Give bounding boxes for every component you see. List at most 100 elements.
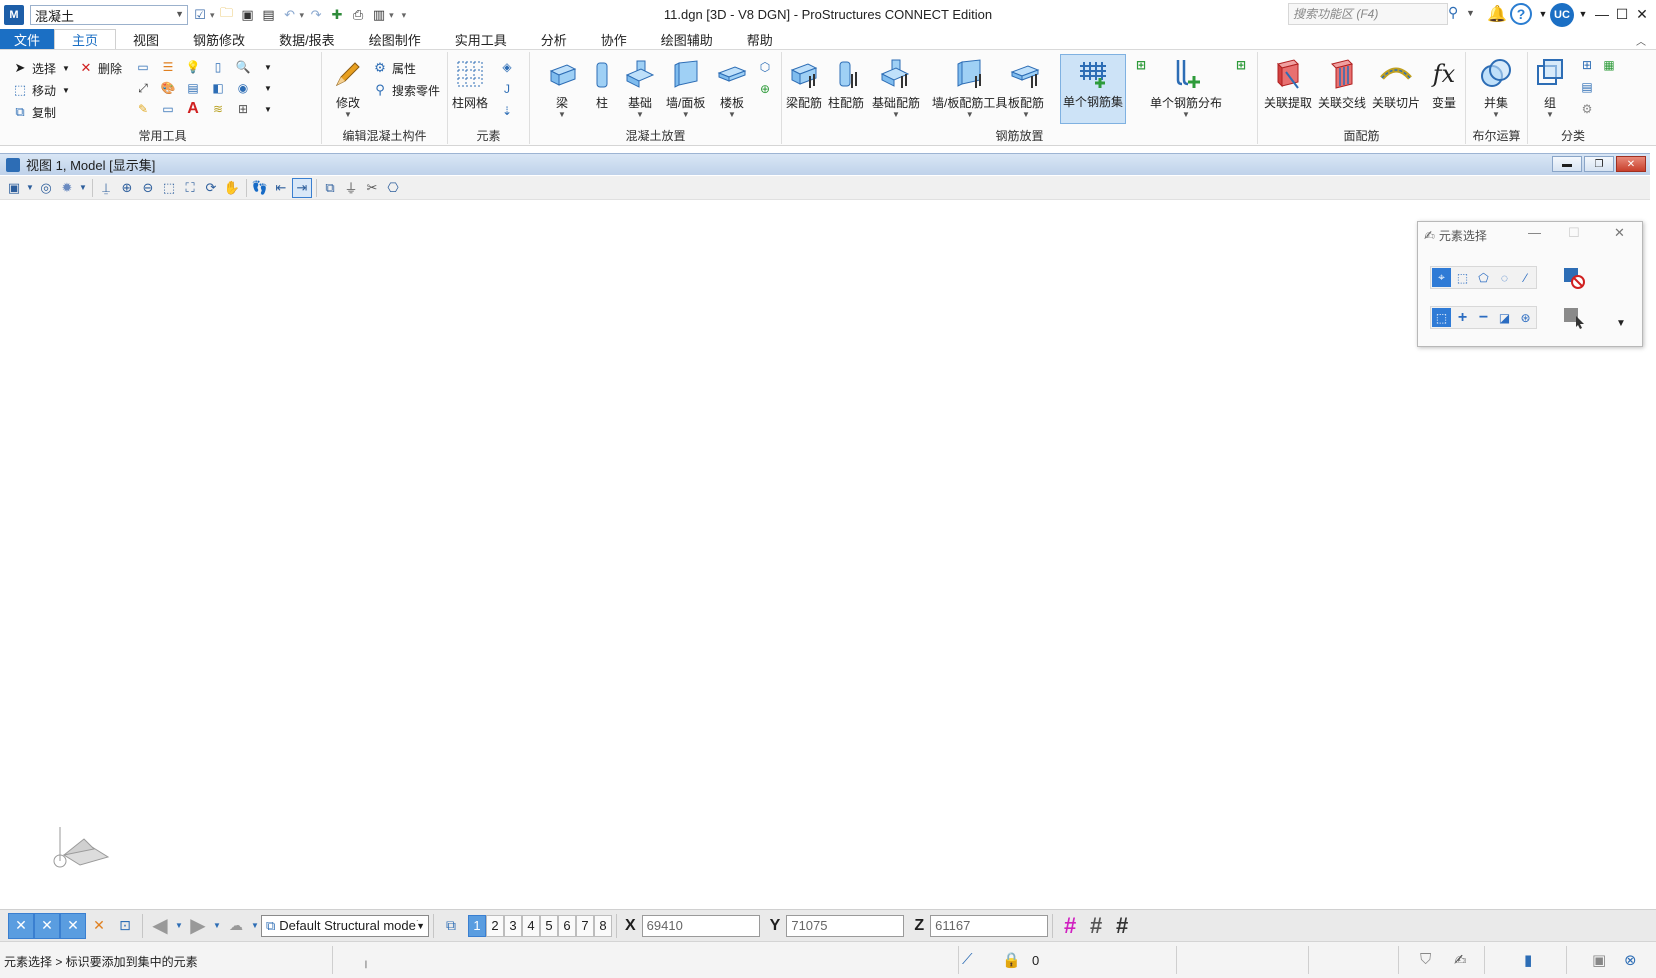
modify-button[interactable]: 修改 ▼ [330, 56, 366, 119]
minimize-icon[interactable]: — [1592, 4, 1612, 24]
ribbon-search-input[interactable]: 搜索功能区 (F4) [1288, 3, 1448, 25]
pan-view-icon[interactable]: ✋ [222, 178, 242, 198]
display-style-icon[interactable]: ◎ [36, 178, 56, 198]
attributes-icon[interactable]: ☑ [191, 6, 209, 24]
slab-rebar-button[interactable]: 板配筋 ▼ [1008, 56, 1044, 119]
group-button[interactable]: 组 ▼ [1532, 56, 1568, 119]
invert-selection-icon[interactable]: ◪ [1495, 308, 1514, 327]
tab-drawing-aids[interactable]: 绘图辅助 [644, 29, 730, 49]
light-bulb-icon[interactable]: 💡 [184, 58, 202, 76]
save-status-icon[interactable]: ▣ [1592, 951, 1606, 969]
chevron-down-icon[interactable]: ▼ [211, 913, 223, 939]
view-number-6[interactable]: 6 [558, 914, 576, 937]
delete-button[interactable]: ✕ 删除 [78, 58, 122, 78]
accusnap-icon[interactable]: ✕ [8, 912, 34, 939]
view-filter-icon[interactable]: ⏚ [341, 178, 361, 198]
active-model-select[interactable]: ⧉ Default Structural model ▼ [261, 914, 429, 937]
concrete-add-icon[interactable]: ⊕ [756, 80, 774, 98]
selection-panel-titlebar[interactable]: ✍ 元素选择 [1424, 227, 1487, 244]
network-error-icon[interactable]: ⊗ [1624, 951, 1637, 969]
tentative-snap-icon[interactable]: ⟋ [962, 951, 973, 968]
move-button[interactable]: ⬚ 移动 ▼ [12, 80, 70, 100]
view-attributes-icon[interactable]: ▣ [4, 178, 24, 198]
view-close-icon[interactable]: ✕ [1616, 156, 1646, 172]
status-settings-icon[interactable]: ✍ [1454, 951, 1467, 969]
chevron-down-icon[interactable]: ▾ [210, 10, 215, 21]
snap-mode-icon[interactable]: ✕ [34, 912, 60, 939]
chevron-down-icon[interactable]: ▼ [1466, 8, 1475, 18]
z-coord-field[interactable]: 61167 [930, 914, 1049, 937]
save-icon[interactable]: ▣ [239, 6, 257, 24]
x-coord-field[interactable]: 69410 [641, 914, 760, 937]
measure-icon[interactable]: ✎ [134, 100, 152, 118]
select-all-cursor-icon[interactable] [1562, 306, 1586, 330]
text-icon[interactable]: A [184, 100, 202, 118]
add-selection-icon[interactable]: + [1453, 308, 1472, 327]
beam-rebar-button[interactable]: 梁配筋 [786, 56, 822, 111]
variable-button[interactable]: fx 变量 [1426, 56, 1462, 111]
chevron-down-icon[interactable]: ▼ [173, 913, 185, 939]
level-icon[interactable]: ▤ [184, 79, 202, 97]
view-number-1[interactable]: 1 [468, 914, 486, 937]
assoc-slice-button[interactable]: 关联切片 [1372, 56, 1420, 111]
lock-icon[interactable]: 🔒 [1002, 951, 1021, 969]
chevron-down-icon[interactable]: ▼ [78, 178, 88, 198]
classify-list-icon[interactable]: ▤ [1578, 78, 1596, 96]
forward-icon[interactable]: ▶ [185, 913, 211, 939]
document-icon[interactable]: ▯ [209, 58, 227, 76]
view-number-2[interactable]: 2 [486, 914, 504, 937]
lighting-icon[interactable]: ✹ [57, 178, 77, 198]
select-button[interactable]: ➤ 选择 ▼ [12, 58, 70, 78]
classify-green-icon[interactable]: ▦ [1600, 56, 1618, 74]
view-number-5[interactable]: 5 [540, 914, 558, 937]
view-minimize-icon[interactable]: ▬ [1552, 156, 1582, 172]
reference-icon[interactable]: ◉ [234, 79, 252, 97]
ribbon-collapse-icon[interactable]: ︿ [1636, 33, 1646, 48]
line-style-icon[interactable]: ☰ [159, 58, 177, 76]
select-all-icon[interactable]: ⊛ [1516, 308, 1535, 327]
tab-help[interactable]: 帮助 [730, 29, 790, 49]
maximize-icon[interactable]: ☐ [1612, 4, 1632, 24]
back-icon[interactable]: ◀ [147, 913, 173, 939]
column-rebar-button[interactable]: 柱配筋 [828, 56, 864, 111]
element-info-icon[interactable]: ⊡ [112, 913, 138, 939]
pin-icon[interactable]: ✚ [328, 6, 346, 24]
chevron-down-icon[interactable]: ▼ [259, 79, 277, 97]
redo-icon[interactable]: ↷ [307, 6, 325, 24]
single-rebar-set-button[interactable]: 单个钢筋集 [1060, 54, 1126, 124]
rotate-view-icon[interactable]: ⟳ [201, 178, 221, 198]
properties-button[interactable]: ⚙ 属性 [372, 58, 416, 78]
subtract-selection-icon[interactable]: − [1474, 308, 1493, 327]
panel-close-icon[interactable]: ✕ [1614, 225, 1625, 241]
customize-toolbar-icon[interactable]: ▾ [402, 10, 407, 21]
circle-select-icon[interactable]: ◌ [1495, 268, 1514, 287]
view-previous-icon[interactable]: ⇤ [271, 178, 291, 198]
chevron-down-icon[interactable]: ▾ [389, 10, 394, 21]
clip-mask-icon[interactable]: ⎔ [383, 178, 403, 198]
model-icon[interactable]: ◧ [209, 79, 227, 97]
chevron-down-icon[interactable]: ▼ [259, 58, 277, 76]
column-grid-button[interactable]: 柱网格 [452, 56, 488, 111]
view-window-titlebar[interactable]: 视图 1, Model [显示集] ▬ ❐ ✕ [0, 153, 1650, 175]
print-icon[interactable]: ⎙ [349, 6, 367, 24]
chevron-down-icon[interactable]: ▼ [259, 100, 277, 118]
tab-utilities[interactable]: 实用工具 [438, 29, 524, 49]
chevron-down-icon[interactable]: ▾ [300, 10, 305, 21]
union-button[interactable]: 并集 ▼ [1478, 56, 1514, 119]
copy-button[interactable]: ⧉ 复制 [12, 102, 56, 122]
view-groups-icon[interactable]: ⧉ [438, 913, 464, 939]
layers-icon[interactable]: ≋ [209, 100, 227, 118]
view-canvas[interactable] [0, 201, 1650, 909]
copy-view-icon[interactable]: ⧉ [320, 178, 340, 198]
tab-rebar-modify[interactable]: 钢筋修改 [176, 29, 262, 49]
new-selection-icon[interactable]: ⬚ [1432, 308, 1451, 327]
panel-expand-icon[interactable]: ▼ [1616, 318, 1626, 329]
cells-icon[interactable]: ⊞ [234, 100, 252, 118]
view-number-4[interactable]: 4 [522, 914, 540, 937]
element-hook-icon[interactable]: J [498, 80, 516, 98]
grid-dark-icon[interactable]: # [1109, 913, 1135, 938]
tab-view[interactable]: 视图 [116, 29, 176, 49]
walk-icon[interactable]: 👣 [250, 178, 270, 198]
tab-home[interactable]: 主页 [54, 29, 117, 49]
shape-select-icon[interactable]: ⬠ [1474, 268, 1493, 287]
